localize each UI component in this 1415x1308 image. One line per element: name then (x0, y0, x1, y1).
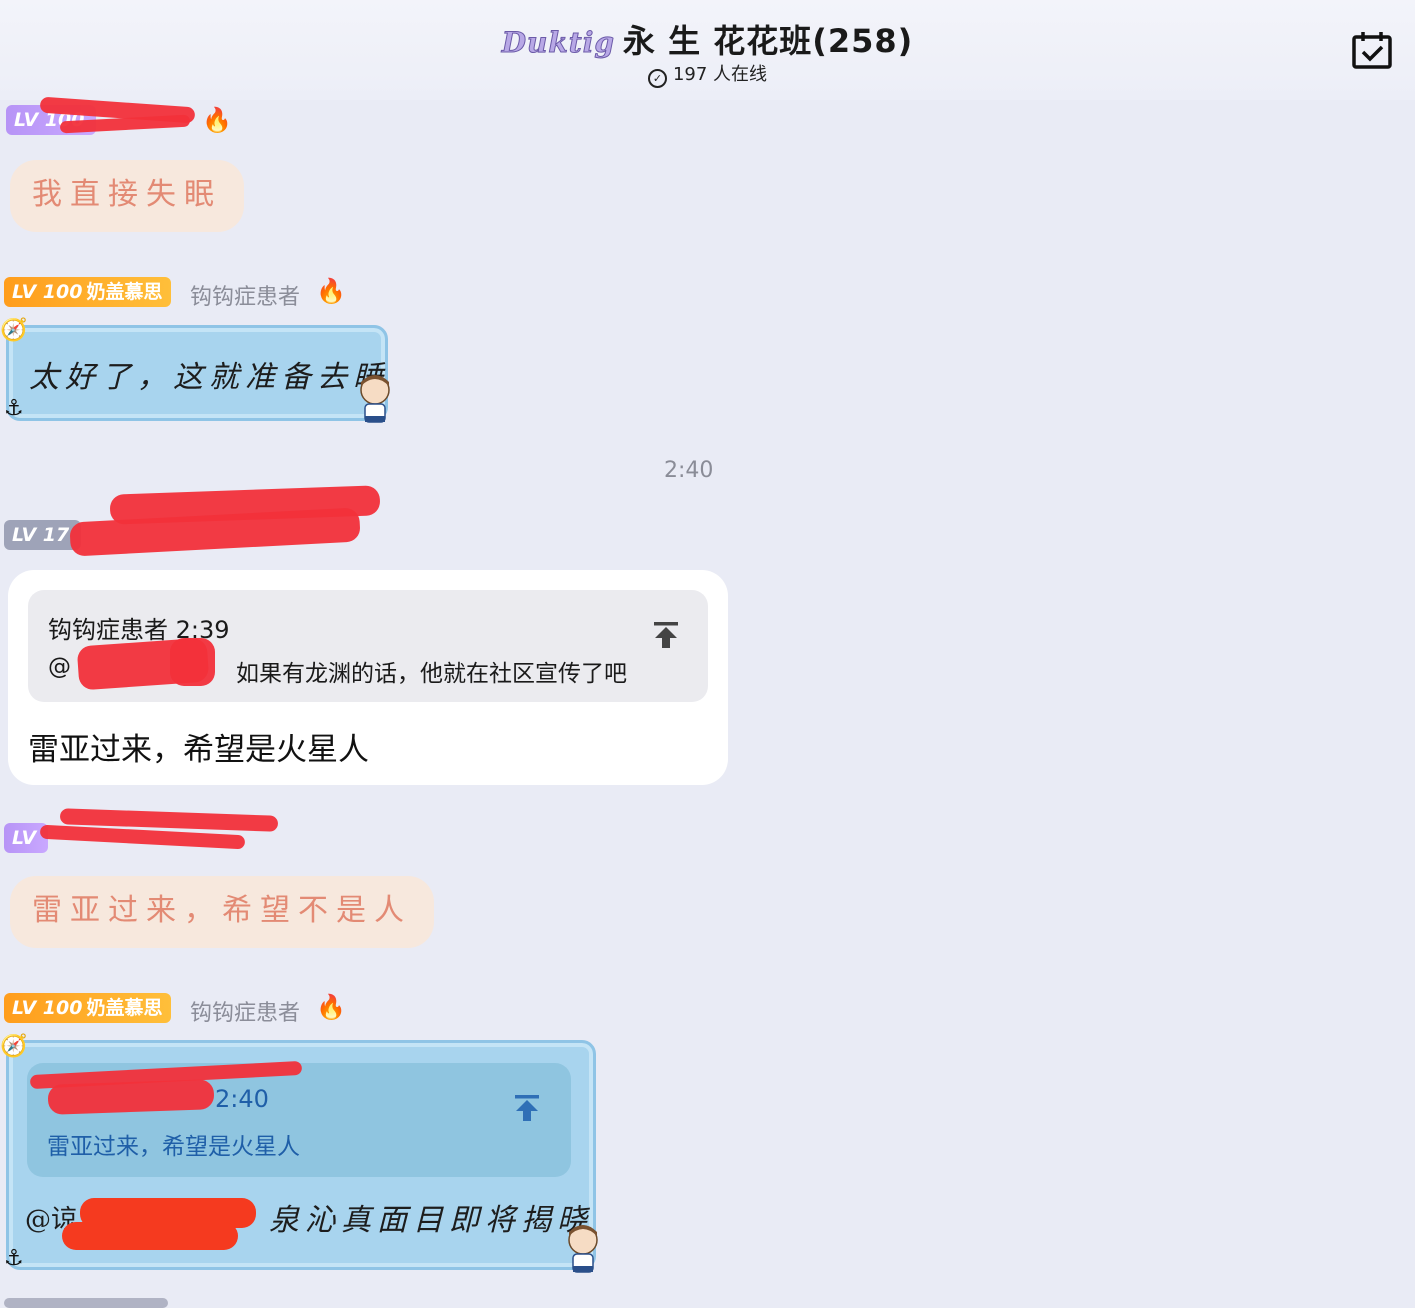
level-text: LV 100 (12, 997, 83, 1019)
message-bubble[interactable]: 太好了，这就准备去睡 (6, 325, 388, 421)
fire-icon: 🔥 (202, 106, 232, 134)
chat-timestamp: 2:40 (664, 458, 714, 483)
redaction-mark (170, 638, 215, 686)
message-text: 雷亚过来，希望不是人 (32, 893, 412, 928)
calendar-check-icon[interactable] (1351, 30, 1393, 70)
message-text: 我直接失眠 (32, 177, 222, 212)
username[interactable]: 钩钩症患者 (190, 995, 300, 1027)
jump-to-original-icon[interactable] (513, 1093, 541, 1123)
message-bubble[interactable]: 我直接失眠 (10, 160, 244, 232)
group-title: 永 生 花花班(258) (622, 22, 914, 60)
online-count: 197 人在线 (672, 64, 768, 85)
message-text: 泉沁真面目即将揭晓 (269, 1203, 593, 1238)
chat-header: Duktig 永 生 花花班(258) ✓ 197 人在线 (0, 0, 1415, 100)
badge-title: 奶盖慕思 (86, 997, 163, 1019)
fire-icon: 🔥 (316, 277, 346, 305)
sailor-chibi-icon (568, 1225, 598, 1273)
badge-title: 奶盖慕思 (86, 281, 163, 303)
compass-icon: 🧭 (0, 318, 28, 343)
level-text: LV (12, 827, 37, 849)
username[interactable]: 钩钩症患者 (190, 279, 300, 311)
fire-icon: 🔥 (316, 993, 346, 1021)
next-level-badge-partial (4, 1298, 168, 1308)
online-status: ✓ 197 人在线 (0, 60, 1415, 88)
message-text: 雷亚过来，希望是火星人 (28, 732, 369, 768)
compass-icon: 🧭 (0, 1034, 28, 1059)
level-text: LV 100 (12, 281, 83, 303)
message-bubble[interactable]: 雷亚过来，希望不是人 (10, 876, 434, 948)
jump-to-original-icon[interactable] (652, 620, 680, 650)
quote-mention-prefix: @ (48, 654, 71, 680)
anchor-icon: ⚓ (4, 396, 24, 421)
anchor-icon: ⚓ (4, 1246, 24, 1271)
quote-text: 如果有龙渊的话，他就在社区宣传了吧 (236, 661, 627, 687)
redaction-mark (47, 1079, 215, 1115)
message-text: 太好了，这就准备去睡 (29, 360, 389, 395)
group-title-row[interactable]: Duktig 永 生 花花班(258) (0, 16, 1415, 62)
quote-time: 2:40 (215, 1085, 269, 1113)
level-badge: LV 100 奶盖慕思 (4, 993, 171, 1023)
brand-logo: Duktig (501, 26, 615, 60)
quote-text: 雷亚过来，希望是火星人 (47, 1134, 300, 1160)
sailor-chibi-icon (360, 375, 390, 423)
online-check-icon: ✓ (647, 69, 667, 88)
level-badge: LV 100 奶盖慕思 (4, 277, 171, 307)
redaction-mark (62, 1222, 238, 1250)
level-text: LV 17 (12, 524, 70, 546)
